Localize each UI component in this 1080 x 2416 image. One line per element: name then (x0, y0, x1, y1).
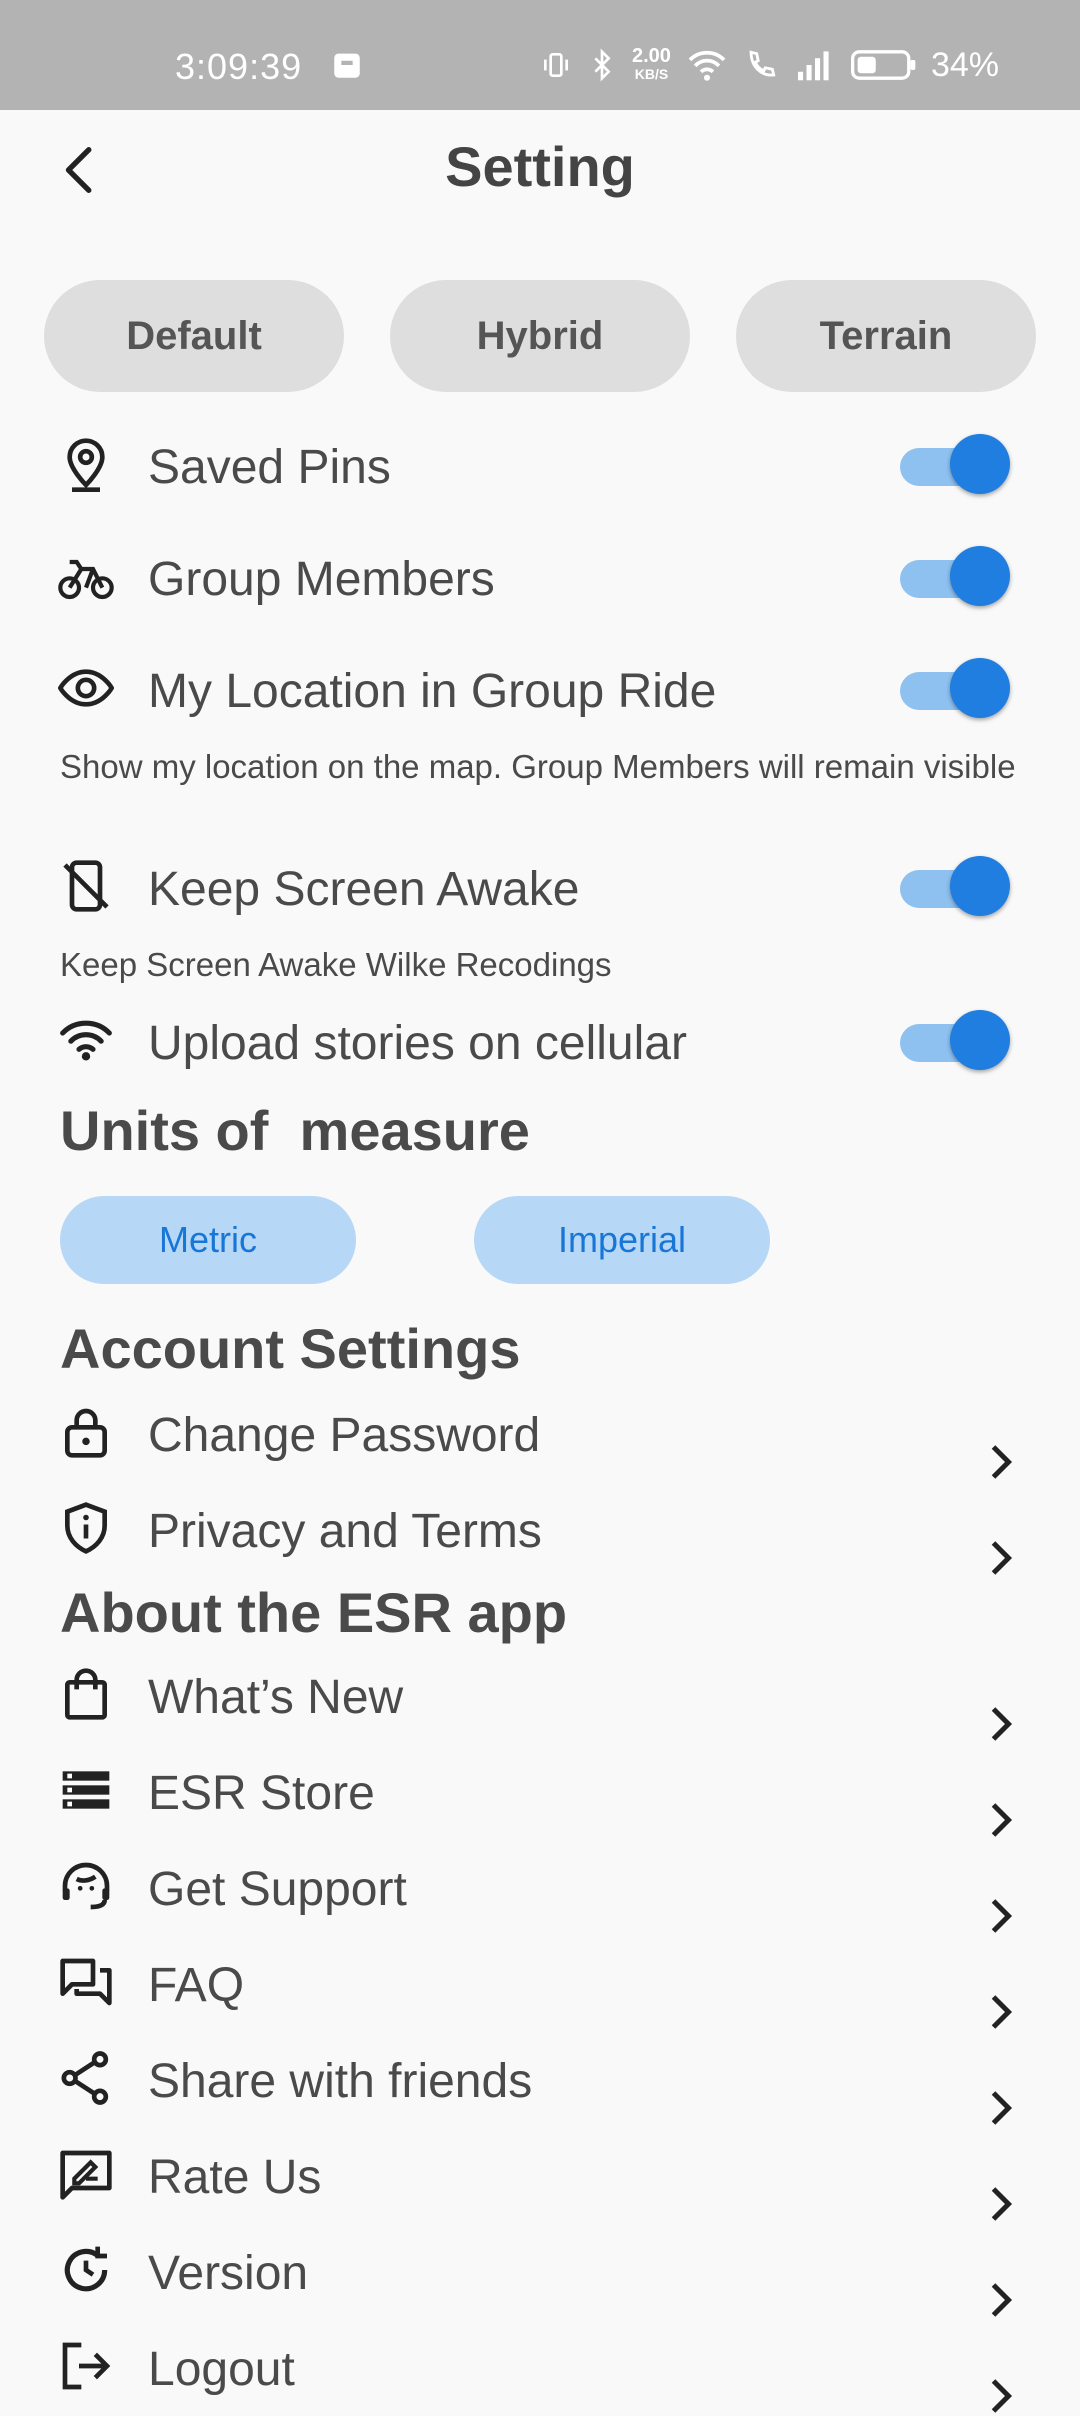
version-clock-icon (64, 2246, 108, 2292)
toggle-row-saved-pins: Saved Pins (0, 414, 1080, 514)
map-type-terrain-button[interactable]: Terrain (736, 280, 1036, 392)
menu-item-faq[interactable]: FAQ (0, 1932, 1080, 2032)
chevron-right-icon[interactable] (986, 1704, 1016, 1744)
signal-icon (797, 51, 829, 81)
battery-percent: 34% (930, 45, 999, 84)
page-title: Setting (445, 135, 635, 198)
network-speed-unit: KB/S (634, 66, 669, 82)
chevron-right-icon[interactable] (986, 1896, 1016, 1936)
toggle-row-keep-awake: Keep Screen Awake (0, 836, 1080, 936)
toggle-row-upload-cellular: Upload stories on cellular (0, 990, 1080, 1090)
store-list-icon (62, 1771, 110, 1809)
chevron-right-icon[interactable] (986, 2184, 1016, 2224)
wifi-icon (60, 1020, 112, 1061)
shopping-bag-icon (65, 1668, 107, 1720)
shield-info-icon (65, 1502, 107, 1554)
chevron-right-icon[interactable] (986, 2376, 1016, 2416)
menu-item-label: Change Password (148, 1409, 541, 1462)
my-location-toggle[interactable] (900, 658, 1010, 718)
menu-item-label: Version (148, 2247, 309, 2300)
notification-icon (334, 53, 360, 78)
toggle-row-my-location: My Location in Group Ride (0, 638, 1080, 738)
status-bar: 3:09:39 2.00 KB/S 34% (0, 0, 1080, 110)
bluetooth-icon (594, 48, 611, 82)
menu-item-share[interactable]: Share with friends (0, 2028, 1080, 2128)
menu-item-label: ESR Store (148, 1767, 375, 1820)
map-type-selector: Default Hybrid Terrain (44, 280, 1036, 392)
menu-item-label: What’s New (148, 1671, 404, 1724)
menu-item-logout[interactable]: Logout (0, 2316, 1080, 2416)
toggle-label: Group Members (148, 553, 495, 606)
toggle-label: Upload stories on cellular (148, 1017, 687, 1070)
keep-awake-description: Keep Screen Awake Wilke Recodings (60, 946, 612, 983)
logout-icon (62, 2342, 111, 2390)
battery-icon (850, 50, 916, 80)
menu-item-label: FAQ (148, 1959, 245, 2012)
wifi-status-icon (688, 50, 726, 81)
map-type-default-button[interactable]: Default (44, 280, 344, 392)
vibrate-icon (544, 53, 568, 77)
menu-item-label: Privacy and Terms (148, 1505, 542, 1558)
chevron-right-icon[interactable] (986, 2088, 1016, 2128)
status-time: 3:09:39 (175, 46, 303, 87)
menu-item-whats-new[interactable]: What’s New (0, 1644, 1080, 1744)
network-speed: 2.00 KB/S (632, 45, 671, 83)
network-speed-value: 2.00 (632, 45, 671, 67)
metric-button[interactable]: Metric (60, 1196, 356, 1284)
toggle-label: Saved Pins (148, 441, 391, 494)
bicycle-icon (58, 559, 114, 600)
account-settings-title: Account Settings (60, 1317, 521, 1380)
chevron-right-icon[interactable] (986, 1800, 1016, 1840)
chevron-right-icon[interactable] (986, 2280, 1016, 2320)
phone-off-icon (63, 860, 109, 912)
menu-item-privacy-terms[interactable]: Privacy and Terms (0, 1478, 1080, 1578)
menu-item-label: Rate Us (148, 2151, 322, 2204)
location-pin-icon (67, 438, 105, 492)
menu-item-esr-store[interactable]: ESR Store (0, 1740, 1080, 1840)
imperial-button[interactable]: Imperial (474, 1196, 770, 1284)
chat-bubbles-icon (60, 1958, 112, 2006)
chevron-right-icon[interactable] (986, 1538, 1016, 1578)
rate-review-icon (60, 2150, 112, 2200)
support-agent-icon (62, 1862, 110, 1910)
units-title: Units of measure (60, 1099, 530, 1162)
menu-item-label: Share with friends (148, 2055, 533, 2108)
my-location-description: Show my location on the map. Group Membe… (60, 748, 1016, 785)
share-icon (61, 2051, 109, 2105)
keep-screen-awake-toggle[interactable] (900, 856, 1010, 916)
chevron-right-icon[interactable] (986, 1442, 1016, 1482)
menu-item-label: Get Support (148, 1863, 407, 1916)
chevron-right-icon[interactable] (986, 1992, 1016, 2032)
lock-icon (65, 1408, 107, 1458)
map-type-hybrid-button[interactable]: Hybrid (390, 280, 690, 392)
toggle-label: Keep Screen Awake (148, 863, 580, 916)
menu-item-get-support[interactable]: Get Support (0, 1836, 1080, 1936)
menu-item-label: Logout (148, 2343, 295, 2396)
about-title: About the ESR app (60, 1581, 568, 1644)
saved-pins-toggle[interactable] (900, 434, 1010, 494)
toggle-label: My Location in Group Ride (148, 665, 717, 718)
upload-cellular-toggle[interactable] (900, 1010, 1010, 1070)
menu-item-change-password[interactable]: Change Password (0, 1382, 1080, 1482)
group-members-toggle[interactable] (900, 546, 1010, 606)
toggle-row-group-members: Group Members (0, 526, 1080, 626)
system-icons: 2.00 KB/S 34% (540, 44, 999, 86)
eye-icon (58, 669, 114, 707)
menu-item-rate-us[interactable]: Rate Us (0, 2124, 1080, 2224)
header: Setting (0, 110, 1080, 230)
call-icon (749, 50, 776, 77)
menu-item-version[interactable]: Version (0, 2220, 1080, 2320)
